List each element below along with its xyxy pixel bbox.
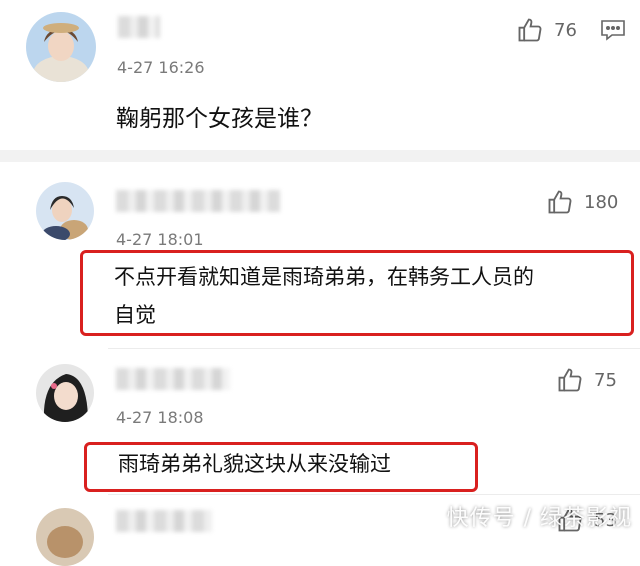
like-count: 180 bbox=[584, 191, 619, 213]
username-blurred[interactable] bbox=[116, 510, 212, 532]
avatar[interactable] bbox=[36, 182, 94, 240]
like-button[interactable]: 76 bbox=[516, 16, 577, 44]
comment-text: 鞠躬那个女孩是谁？ bbox=[116, 106, 323, 132]
comment-time: 4-27 18:08 bbox=[116, 408, 204, 427]
watermark: 快传号 / 绿茶影视 bbox=[446, 506, 632, 531]
like-count: 75 bbox=[594, 369, 617, 391]
thumbs-up-icon bbox=[548, 190, 572, 214]
section-divider bbox=[0, 150, 640, 162]
comment-3: 4-27 18:08 75 雨琦弟弟礼貌这块从来没输过 bbox=[0, 350, 640, 492]
avatar[interactable] bbox=[26, 12, 96, 82]
comment-1: 4-27 16:26 76 鞠躬那个女孩是谁？ bbox=[0, 0, 640, 150]
separator bbox=[108, 348, 640, 349]
thumbs-up-icon bbox=[518, 18, 542, 42]
like-count: 76 bbox=[554, 19, 577, 41]
comment-time: 4-27 16:26 bbox=[117, 58, 205, 77]
like-button[interactable]: 180 bbox=[546, 188, 618, 216]
reply-icon[interactable] bbox=[600, 18, 626, 46]
avatar[interactable] bbox=[36, 364, 94, 422]
separator bbox=[108, 494, 640, 495]
thumbs-up-icon bbox=[558, 368, 582, 392]
username-blurred[interactable] bbox=[116, 368, 230, 390]
username-blurred[interactable] bbox=[116, 190, 280, 212]
username-blurred[interactable] bbox=[118, 16, 160, 38]
like-button[interactable]: 75 bbox=[556, 366, 617, 394]
comment-text: 雨琦弟弟礼貌这块从来没输过 bbox=[118, 452, 391, 476]
avatar[interactable] bbox=[36, 508, 94, 566]
comment-text-line-1: 不点开看就知道是雨琦弟弟，在韩务工人员的 bbox=[114, 265, 534, 289]
comment-2: 4-27 18:01 180 不点开看就知道是雨琦弟弟，在韩务工人员的 自觉 bbox=[0, 162, 640, 342]
comment-text-line-2: 自觉 bbox=[114, 303, 156, 327]
comment-time: 4-27 18:01 bbox=[116, 230, 204, 249]
